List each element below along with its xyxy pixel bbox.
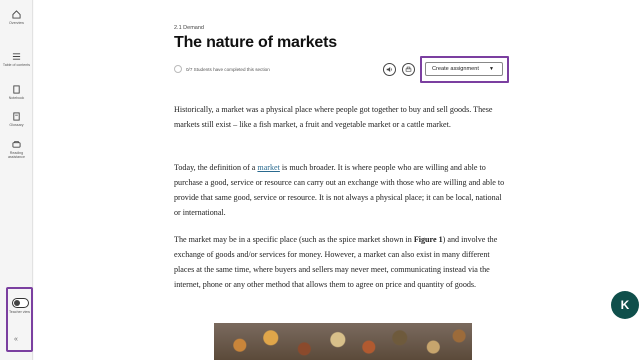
speaker-icon (386, 67, 393, 72)
read-aloud-button[interactable] (383, 63, 396, 76)
breadcrumb[interactable]: 2.1 Demand (174, 25, 204, 31)
sidebar-item-label: Notebook (8, 96, 25, 100)
teacher-view-highlight: Teacher view « (6, 287, 33, 352)
book-icon (13, 112, 20, 121)
list-icon (12, 53, 21, 60)
sidebar-item-label: Reading assistance (8, 151, 25, 160)
reading-icon (12, 140, 21, 148)
collapse-sidebar-icon[interactable]: « (14, 336, 18, 343)
sidebar-item-reading-assistance[interactable]: Reading assistance (0, 140, 33, 160)
sidebar-item-overview[interactable]: Overview (0, 10, 33, 25)
sidebar-item-glossary[interactable]: Glossary (0, 112, 33, 127)
print-icon (405, 66, 412, 72)
spice-market-image (214, 323, 472, 360)
paragraph-3: The market may be in a specific place (s… (174, 232, 506, 292)
sidebar-item-table-of-contents[interactable]: Table of contents (0, 52, 33, 67)
print-button[interactable] (402, 63, 415, 76)
paragraph-3-text-before: The market may be in a specific place (s… (174, 235, 414, 244)
paragraph-2: Today, the definition of a market is muc… (174, 160, 506, 220)
teacher-view-label: Teacher view (9, 310, 30, 314)
sidebar-item-notebook[interactable]: Notebook (0, 85, 33, 100)
sidebar-item-label: Overview (9, 21, 24, 25)
paragraph-2-text-before: Today, the definition of a (174, 163, 258, 172)
figure-reference: Figure 1 (413, 235, 443, 244)
glossary-link-market[interactable]: market (257, 163, 279, 172)
progress-circle-icon (174, 65, 182, 73)
sidebar-item-label: Table of contents (2, 63, 31, 67)
create-assignment-label: Create assignment (432, 66, 479, 72)
home-icon (12, 10, 21, 19)
create-assignment-button[interactable]: Create assignment ▼ (425, 62, 503, 76)
paragraph-1: Historically, a market was a physical pl… (174, 105, 493, 129)
teacher-view-toggle[interactable] (12, 298, 29, 308)
chevron-down-icon: ▼ (489, 66, 494, 72)
content-page: 2.1 Demand The nature of markets 0/7 Stu… (34, 0, 641, 360)
chat-assistant-button[interactable]: K (611, 291, 639, 319)
sidebar-item-label: Glossary (9, 123, 24, 127)
toggle-knob (14, 300, 20, 306)
chat-assistant-icon: K (620, 298, 630, 312)
create-assignment-highlight: Create assignment ▼ (420, 56, 509, 83)
completion-text: 0/7 Students have completed this section (186, 66, 270, 72)
completion-status: 0/7 Students have completed this section (174, 65, 270, 73)
page-title: The nature of markets (174, 34, 337, 51)
notebook-icon (13, 85, 20, 94)
sidebar: Overview Table of contents Notebook Glos… (0, 0, 33, 360)
